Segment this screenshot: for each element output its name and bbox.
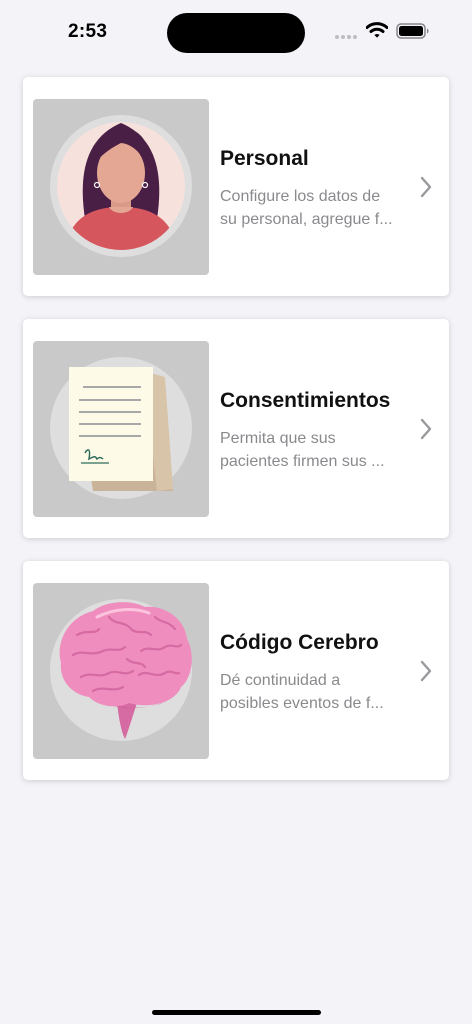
signed-document-icon	[33, 341, 209, 517]
status-time: 2:53	[68, 21, 108, 42]
card-description: Permita que sus pacientes firmen sus ...	[220, 430, 385, 470]
card-description: Configure los datos de su personal, agre…	[220, 188, 393, 228]
cellular-signal-icon	[335, 34, 359, 40]
woman-avatar-icon	[33, 99, 209, 275]
battery-icon	[396, 23, 429, 39]
card-title: Personal	[220, 147, 309, 170]
card-title: Código Cerebro	[220, 631, 379, 654]
card-title: Consentimientos	[220, 389, 391, 412]
card-consentimientos[interactable]: Consentimientos Permita que sus paciente…	[23, 319, 449, 538]
card-personal[interactable]: Personal Configure los datos de su perso…	[23, 77, 449, 296]
wifi-icon	[366, 22, 388, 38]
dynamic-island	[167, 13, 305, 53]
chevron-right-icon	[420, 176, 432, 198]
chevron-right-icon	[420, 418, 432, 440]
card-description: Dé continuidad a posibles eventos de f..…	[220, 672, 384, 712]
brain-icon	[33, 583, 209, 759]
home-indicator[interactable]	[152, 1010, 321, 1015]
card-codigo-cerebro[interactable]: Código Cerebro Dé continuidad a posibles…	[23, 561, 449, 780]
chevron-right-icon	[420, 660, 432, 682]
status-bar: 2:53	[0, 0, 472, 62]
